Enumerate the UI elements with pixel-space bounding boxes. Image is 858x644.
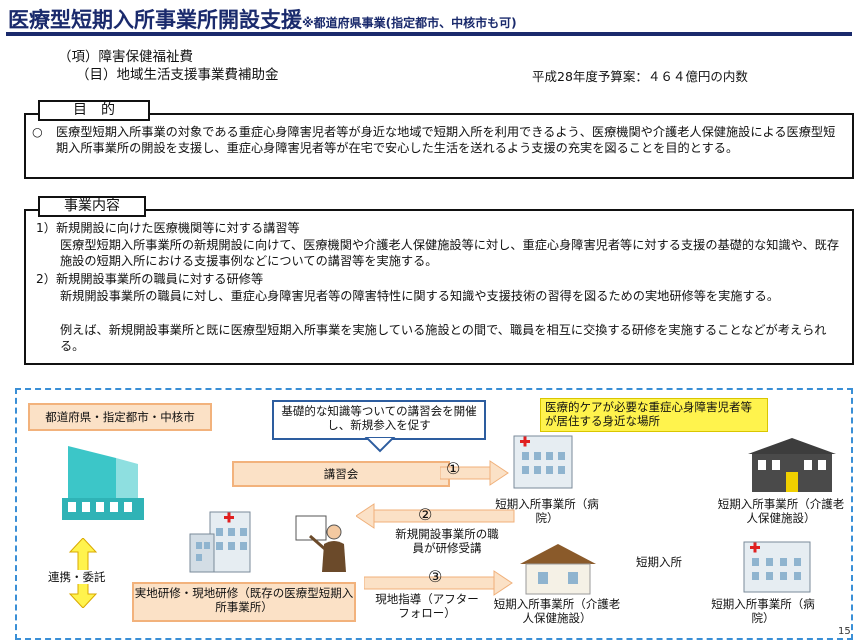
- lecture-bar: 講習会: [232, 461, 450, 487]
- instructor-icon: [295, 515, 346, 572]
- hospital-top-icon: [513, 435, 573, 489]
- prefecture-label: 都道府県・指定都市・中核市: [28, 403, 212, 431]
- nursing-home-bottom-icon: [520, 544, 596, 595]
- area-label: 医療的ケアが必要な重症心身障害児者等が居住する身近な場所: [540, 398, 768, 432]
- purpose-bullet: ○: [32, 125, 43, 139]
- step2-label: 新規開設事業所の職員が研修受講: [395, 527, 499, 555]
- nursing-home-top-icon: [748, 438, 836, 492]
- training-label: 実地研修・現地研修（既存の医療型短期入所事業所）: [132, 582, 356, 622]
- content-label: 事業内容: [38, 196, 146, 217]
- page-title: 医療型短期入所事業所開設支援※都道府県事業(指定都市、中核市も可): [8, 8, 517, 32]
- step2-number: ②: [418, 505, 433, 524]
- budget-amount: 平成28年度予算案：４６４億円の内数: [532, 69, 748, 84]
- content-item2-text2: 例えば、新規開設事業所と既に医療型短期入所事業を実施している施設との間で、職員を…: [60, 323, 827, 353]
- page-number: 15: [838, 626, 851, 637]
- title-rule: [6, 32, 852, 36]
- content-item2-title: 2）新規開設事業所の職員に対する研修等: [36, 272, 264, 286]
- content-item1-text: 医療型短期入所事業所の新規開設に向けて、医療機関や介護老人保健施設等に対し、重症…: [60, 238, 840, 268]
- step3-label: 現地指導（アフターフォロー）: [375, 592, 479, 620]
- government-building-icon: [62, 446, 144, 520]
- facility-hospital-top: 短期入所事業所（病院）: [495, 497, 599, 525]
- hospital-building-icon: [189, 511, 251, 573]
- budget-category: （項）障害保健福祉費: [58, 49, 193, 65]
- facility-nursing-top: 短期入所事業所（介護老人保健施設）: [717, 497, 845, 525]
- callout-box: 基礎的な知識等ついての講習会を開催し、新規参入を促す: [272, 400, 486, 440]
- step1-number: ①: [446, 459, 461, 478]
- callout-pointer: [364, 437, 396, 453]
- facility-hospital-bottom: 短期入所事業所（病院）: [711, 597, 815, 625]
- cooperation-label: 連携・委託: [48, 570, 106, 584]
- step3-number: ③: [428, 567, 443, 586]
- hospital-bottom-icon: [743, 541, 811, 593]
- short-stay-label: 短期入所: [636, 555, 682, 569]
- budget-subcategory: （目）地域生活支援事業費補助金: [76, 67, 279, 83]
- content-item1-title: 1）新規開設に向けた医療機関等に対する講習等: [36, 221, 300, 235]
- title-note: ※都道府県事業(指定都市、中核市も可): [302, 16, 517, 30]
- purpose-text: 医療型短期入所事業の対象である重症心身障害児者等が身近な地域で短期入所を利用でき…: [56, 125, 836, 155]
- purpose-label: 目 的: [38, 100, 150, 121]
- facility-nursing-bottom: 短期入所事業所（介護老人保健施設）: [493, 597, 621, 625]
- content-item2-text: 新規開設事業所の職員に対し、重症心身障害児者等の障害特性に関する知識や支援技術の…: [60, 289, 780, 303]
